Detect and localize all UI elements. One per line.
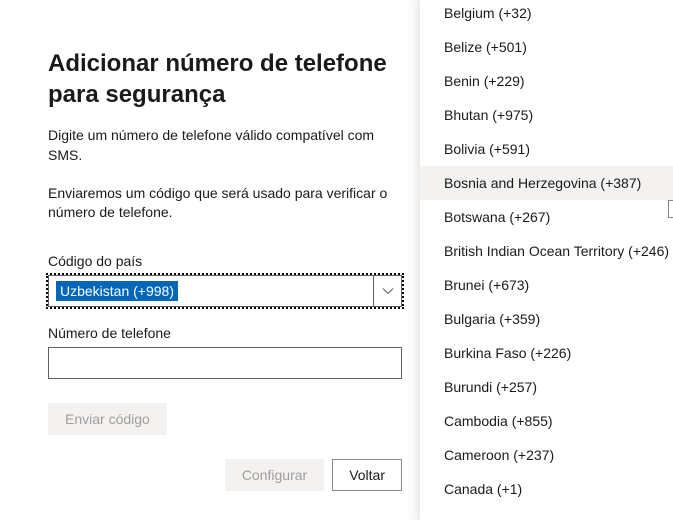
footer-buttons: Configurar Voltar [48, 459, 402, 491]
dropdown-item[interactable]: Cameroon (+237) [420, 438, 673, 472]
dropdown-item[interactable]: Bulgaria (+359) [420, 302, 673, 336]
country-code-label: Código do país [48, 253, 402, 269]
dropdown-item[interactable]: Botswana (+267) [420, 200, 673, 234]
back-button[interactable]: Voltar [332, 459, 402, 491]
country-dropdown-list[interactable]: Belgium (+32)Belize (+501)Benin (+229)Bh… [420, 0, 673, 520]
dropdown-item[interactable]: Bolivia (+591) [420, 132, 673, 166]
dropdown-item[interactable]: Belgium (+32) [420, 0, 673, 30]
phone-number-label: Número de telefone [48, 325, 402, 341]
dropdown-item[interactable]: Cambodia (+855) [420, 404, 673, 438]
dropdown-item[interactable]: Burundi (+257) [420, 370, 673, 404]
configure-button[interactable]: Configurar [225, 459, 324, 491]
dropdown-item[interactable]: Bosnia and Herzegovina (+387) [420, 166, 673, 200]
add-phone-form: Adicionar número de telefone para segura… [48, 48, 402, 491]
description-text: Digite um número de telefone válido comp… [48, 126, 402, 165]
edge-indicator [668, 200, 673, 218]
dropdown-item[interactable]: Belize (+501) [420, 30, 673, 64]
dropdown-item[interactable]: Burkina Faso (+226) [420, 336, 673, 370]
selected-country-value: Uzbekistan (+998) [55, 280, 179, 302]
dropdown-item[interactable]: British Indian Ocean Territory (+246) [420, 234, 673, 268]
country-code-select[interactable]: Uzbekistan (+998) [48, 275, 402, 307]
dropdown-item[interactable]: Benin (+229) [420, 64, 673, 98]
dropdown-item[interactable]: Canada (+1) [420, 472, 673, 506]
dropdown-item[interactable]: Bhutan (+975) [420, 98, 673, 132]
chevron-down-icon [373, 276, 401, 306]
send-code-button[interactable]: Enviar código [48, 403, 167, 435]
dropdown-item[interactable]: Brunei (+673) [420, 268, 673, 302]
phone-number-input[interactable] [48, 347, 402, 379]
page-title: Adicionar número de telefone para segura… [48, 48, 402, 110]
info-text: Enviaremos um código que será usado para… [48, 184, 402, 223]
